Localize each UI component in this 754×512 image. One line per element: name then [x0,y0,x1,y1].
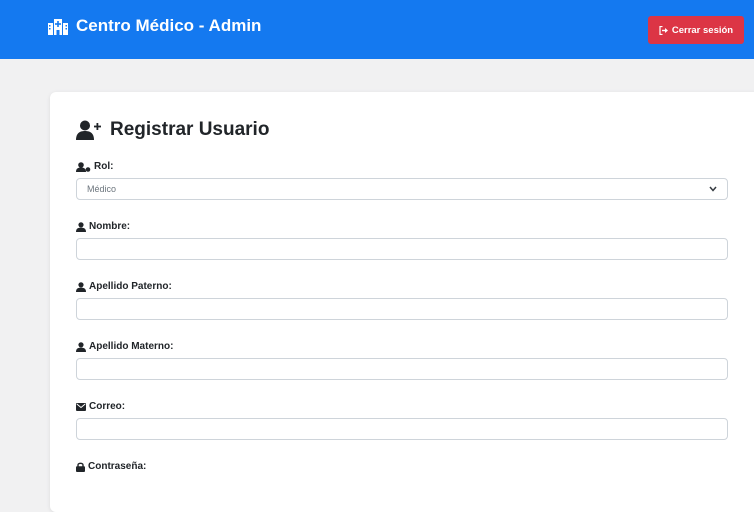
nombre-input[interactable] [76,238,728,260]
top-navbar: Centro Médico - Admin Cerrar sesión [0,0,754,59]
apellido-paterno-label: Apellido Paterno: [76,281,172,292]
register-user-card: Registrar Usuario Rol: Médico Nombre: Ap… [50,92,754,512]
contrasena-label: Contraseña: [76,461,146,472]
user-icon [76,221,86,232]
apellido-paterno-label-text: Apellido Paterno: [89,281,172,292]
rol-label: Rol: [76,161,113,172]
rol-label-text: Rol: [94,161,114,172]
users-cog-icon [76,161,91,172]
user-plus-icon [76,120,101,140]
hospital-icon [48,18,68,35]
lock-icon [76,462,85,472]
nombre-label-text: Nombre: [89,221,131,232]
user-icon [76,341,86,352]
contrasena-label-text: Contraseña: [88,461,147,472]
brand[interactable]: Centro Médico - Admin [48,16,261,36]
correo-input[interactable] [76,418,728,440]
rol-select[interactable]: Médico [76,178,728,200]
apellido-materno-input[interactable] [76,358,728,380]
chevron-down-icon [709,186,717,192]
rol-selected-value: Médico [87,184,117,194]
apellido-paterno-input[interactable] [76,298,728,320]
user-icon [76,281,86,292]
correo-label-text: Correo: [89,401,126,412]
logout-button[interactable]: Cerrar sesión [648,16,744,44]
app-title: Centro Médico - Admin [76,16,262,35]
logout-label: Cerrar sesión [671,24,734,36]
apellido-materno-label-text: Apellido Materno: [89,341,174,352]
card-title: Registrar Usuario [76,119,269,141]
sign-out-icon [659,25,668,35]
correo-label: Correo: [76,401,125,412]
card-title-text: Registrar Usuario [110,119,270,140]
envelope-icon [76,402,86,411]
nombre-label: Nombre: [76,221,130,232]
apellido-materno-label: Apellido Materno: [76,341,173,352]
